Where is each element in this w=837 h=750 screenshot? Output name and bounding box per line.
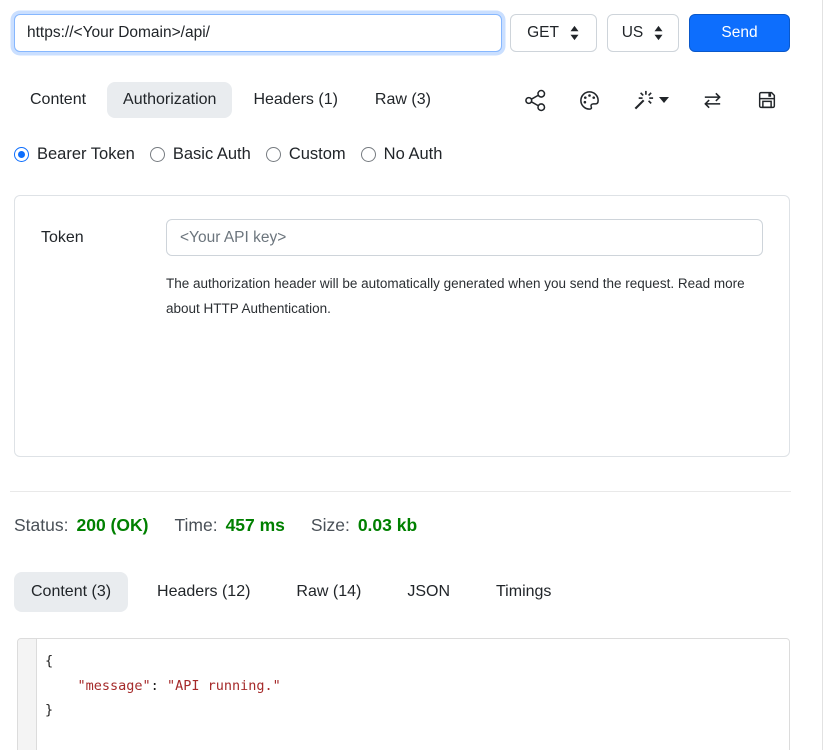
tab-raw[interactable]: Raw (3) (359, 82, 447, 118)
api-client-app: GET US Send Content Authorization Header… (14, 14, 790, 750)
share-icon[interactable] (524, 89, 547, 112)
palette-icon[interactable] (578, 89, 601, 112)
response-body-code-block: { "message": "API running." } (17, 638, 790, 750)
tab-authorization[interactable]: Authorization (107, 82, 232, 118)
radio-label: Bearer Token (37, 145, 135, 164)
auth-type-options: Bearer Token Basic Auth Custom No Auth (14, 145, 790, 164)
section-divider (10, 491, 791, 492)
radio-label: No Auth (384, 145, 443, 164)
radio-label: Basic Auth (173, 145, 251, 164)
code-line: } (45, 698, 779, 723)
radio-basic-auth[interactable]: Basic Auth (150, 145, 251, 164)
url-input[interactable] (14, 14, 502, 52)
tab-headers[interactable]: Headers (1) (237, 82, 353, 118)
chevron-down-icon (659, 97, 669, 103)
time-label: Time: (174, 515, 217, 536)
save-icon[interactable] (756, 89, 778, 111)
response-tab-content[interactable]: Content (3) (14, 572, 128, 612)
send-button[interactable]: Send (689, 14, 790, 52)
json-key: "message" (78, 678, 151, 694)
size-value: 0.03 kb (358, 515, 417, 536)
region-select-value: US (622, 24, 644, 42)
response-tab-json[interactable]: JSON (390, 572, 467, 612)
json-value: "API running." (167, 678, 281, 694)
magic-wand-dropdown-icon[interactable] (632, 89, 669, 112)
bearer-token-panel: Token The authorization header will be a… (14, 195, 790, 457)
radio-bearer-token[interactable]: Bearer Token (14, 145, 135, 164)
code-line: "message": "API running." (45, 674, 779, 699)
status-label: Status: (14, 515, 68, 536)
time-value: 457 ms (226, 515, 285, 536)
request-bar: GET US Send (14, 14, 790, 52)
updown-arrows-icon (653, 25, 664, 41)
request-tabs-row: Content Authorization Headers (1) Raw (3… (14, 82, 790, 118)
response-status-row: Status: 200 (OK) Time: 457 ms Size: 0.03… (14, 515, 790, 536)
response-tab-raw[interactable]: Raw (14) (279, 572, 378, 612)
toolbar (524, 89, 790, 112)
updown-arrows-icon (569, 25, 580, 41)
response-tabs-row: Content (3) Headers (12) Raw (14) JSON T… (14, 572, 790, 612)
code-gutter (18, 639, 36, 750)
radio-button (266, 147, 281, 162)
code-line: { (45, 649, 779, 674)
token-input[interactable] (166, 219, 763, 256)
radio-button-checked (14, 147, 29, 162)
response-json-code[interactable]: { "message": "API running." } (36, 639, 789, 750)
response-tab-timings[interactable]: Timings (479, 572, 568, 612)
tab-content[interactable]: Content (14, 82, 102, 118)
swap-arrows-icon[interactable] (700, 89, 725, 112)
radio-no-auth[interactable]: No Auth (361, 145, 443, 164)
status-value: 200 (OK) (76, 515, 148, 536)
token-help-text: The authorization header will be automat… (166, 271, 748, 321)
token-label: Token (41, 229, 166, 247)
radio-button (150, 147, 165, 162)
response-tab-headers[interactable]: Headers (12) (140, 572, 267, 612)
region-select[interactable]: US (607, 14, 679, 52)
radio-custom[interactable]: Custom (266, 145, 346, 164)
method-select[interactable]: GET (510, 14, 597, 52)
radio-label: Custom (289, 145, 346, 164)
page-right-edge-line (822, 0, 823, 750)
method-select-value: GET (527, 24, 559, 42)
radio-button (361, 147, 376, 162)
size-label: Size: (311, 515, 350, 536)
